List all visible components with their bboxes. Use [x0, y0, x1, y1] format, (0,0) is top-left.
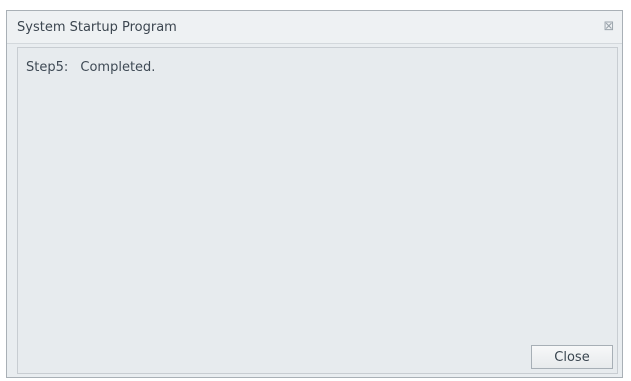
system-startup-dialog: System Startup Program ⊠ Step5: Complete…	[6, 10, 623, 378]
step-label: Step5:	[26, 60, 69, 75]
close-button[interactable]: Close	[531, 345, 613, 369]
status-line: Step5: Completed.	[26, 60, 155, 75]
title-bar: System Startup Program ⊠	[7, 11, 622, 44]
status-message: Completed.	[80, 60, 156, 75]
window-title: System Startup Program	[17, 20, 177, 35]
dialog-content-panel: Step5: Completed. Close	[17, 47, 618, 374]
close-icon[interactable]: ⊠	[600, 18, 618, 36]
